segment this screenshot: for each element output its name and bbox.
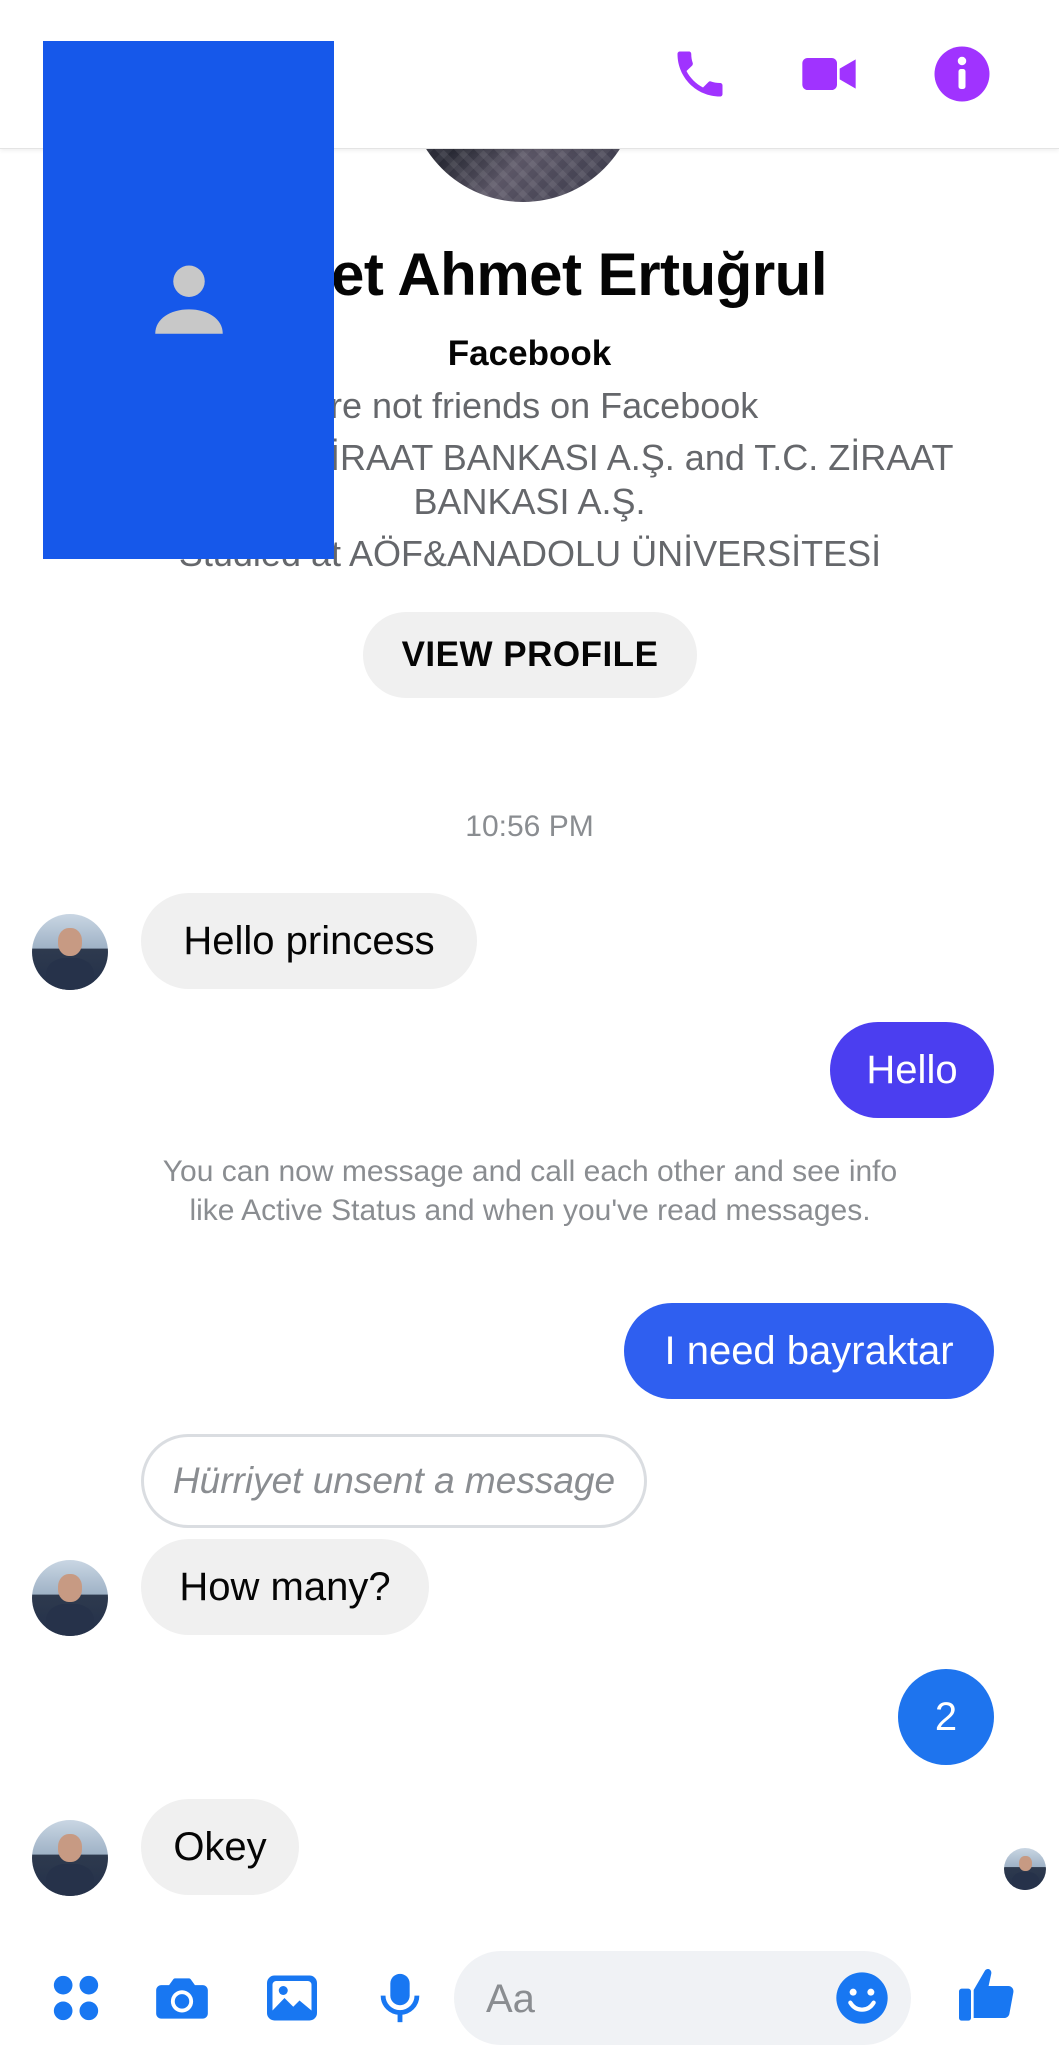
contact-avatar[interactable] [32,1820,108,1896]
message-timestamp: 10:56 PM [465,810,594,843]
apps-icon[interactable] [44,1966,108,2030]
unsent-message-notice: Hürriyet unsent a message [141,1434,647,1528]
message-input[interactable] [484,1971,828,2027]
message-bubble-outgoing[interactable]: 2 [898,1669,994,1765]
video-camera-icon[interactable] [797,42,861,106]
info-icon[interactable] [930,42,994,106]
system-message: You can now message and call each other … [162,1155,898,1227]
message-bubble-incoming[interactable]: Hello princess [141,893,477,989]
messenger-chat-screen: iyet Ahmet Ertuğrul Facebook re not frie… [0,0,1059,2048]
message-input-box[interactable] [454,1951,911,2045]
contact-avatar[interactable] [32,1560,108,1636]
camera-icon[interactable] [150,1966,214,2030]
friend-status: re not friends on Facebook [330,385,759,426]
contact-avatar[interactable] [32,914,108,990]
phone-icon[interactable] [668,42,732,106]
microphone-icon[interactable] [368,1966,432,2030]
view-profile-button[interactable]: VIEW PROFILE [363,612,697,698]
message-bubble-outgoing[interactable]: Hello [830,1022,994,1118]
message-bubble-outgoing[interactable]: I need bayraktar [624,1303,994,1399]
message-composer [0,1946,1059,2048]
message-bubble-incoming[interactable]: Okey [141,1799,299,1895]
message-bubble-incoming[interactable]: How many? [141,1539,429,1635]
thumbs-up-icon[interactable] [955,1962,1019,2026]
profile-work-line1: İRAAT BANKASI A.Ş. and T.C. ZİRAAT [330,437,954,478]
photo-icon[interactable] [260,1966,324,2030]
user-placeholder-icon [154,265,223,334]
redaction-box [43,41,334,559]
seen-receipt-avatar [1004,1848,1046,1890]
profile-work: İRAAT BANKASI A.Ş. and T.C. ZİRAAT [330,436,1030,480]
emoji-icon[interactable] [834,1970,890,2026]
